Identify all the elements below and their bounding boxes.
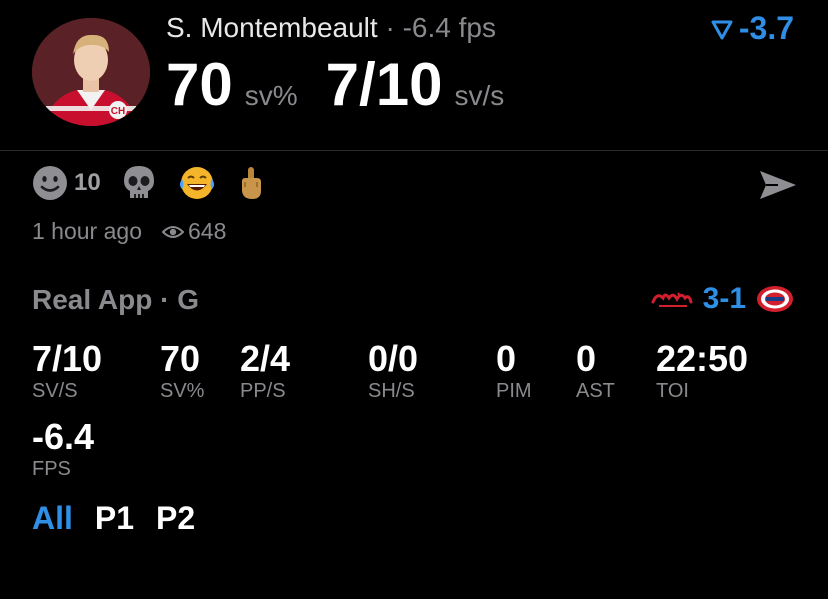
stat-value: -6.4 bbox=[32, 416, 95, 457]
stat-label: SV% bbox=[160, 380, 205, 402]
save-pct-unit: sv% bbox=[244, 80, 298, 111]
reaction-finger[interactable] bbox=[237, 165, 265, 201]
stat-label: FPS bbox=[32, 458, 71, 480]
reaction-laugh[interactable] bbox=[177, 165, 217, 201]
views-value: 648 bbox=[187, 218, 227, 244]
stat-toi: 22:50 TOI bbox=[656, 338, 749, 403]
stat-sv-pct: 70 SV% bbox=[160, 338, 205, 403]
reaction-count: 10 bbox=[74, 169, 101, 196]
stat-value: 0 bbox=[496, 338, 517, 379]
stat-label: PP/S bbox=[240, 380, 286, 402]
stat-label: SV/S bbox=[32, 380, 78, 402]
timestamp: 1 hour ago bbox=[32, 218, 142, 244]
tab-p1[interactable]: P1 bbox=[95, 500, 134, 537]
stat-sv-s: 7/10 SV/S bbox=[32, 338, 103, 403]
stat-label: AST bbox=[576, 380, 615, 402]
smiley-icon bbox=[33, 166, 67, 200]
saves-value: 7/10 bbox=[325, 51, 443, 118]
stat-ast: 0 AST bbox=[576, 338, 615, 403]
stat-sh-s: 0/0 SH/S bbox=[368, 338, 419, 403]
canadiens-logo-icon bbox=[757, 286, 793, 312]
eye-icon bbox=[161, 225, 184, 238]
stat-pp-s: 2/4 PP/S bbox=[240, 338, 291, 403]
stat-label: SH/S bbox=[368, 380, 415, 402]
svg-text:CH: CH bbox=[111, 106, 125, 117]
stat-value: 22:50 bbox=[656, 338, 749, 379]
stat-label: TOI bbox=[656, 380, 689, 402]
score-value: 3-1 bbox=[702, 282, 746, 315]
send-icon bbox=[760, 171, 796, 199]
stat-pim: 0 PIM bbox=[496, 338, 532, 403]
player-photo: CH bbox=[32, 18, 150, 126]
player-name[interactable]: S. Montembeault bbox=[166, 12, 378, 43]
player-fps: -6.4 fps bbox=[402, 12, 496, 43]
share-button[interactable] bbox=[758, 168, 798, 207]
trend-indicator: -3.7 bbox=[711, 10, 794, 47]
middle-finger-icon bbox=[241, 167, 261, 199]
tab-p2[interactable]: P2 bbox=[156, 500, 195, 537]
stat-value: 2/4 bbox=[240, 338, 291, 379]
player-line: S. Montembeault · -6.4 fps bbox=[166, 12, 496, 44]
stat-value: 7/10 bbox=[32, 338, 103, 379]
tab-all[interactable]: All bbox=[32, 500, 73, 537]
player-avatar[interactable]: CH bbox=[32, 18, 150, 126]
game-score[interactable]: 3-1 bbox=[651, 282, 794, 316]
crying-laughing-icon bbox=[179, 167, 214, 199]
capitals-logo-icon bbox=[651, 292, 693, 307]
view-count: 648 bbox=[161, 218, 227, 245]
saves-unit: sv/s bbox=[454, 80, 505, 111]
period-tabs: All P1 P2 bbox=[32, 500, 195, 537]
stat-label: PIM bbox=[496, 380, 532, 402]
divider bbox=[0, 150, 828, 151]
stat-value: 0/0 bbox=[368, 338, 419, 379]
headline-stats: 70 sv% 7/10 sv/s bbox=[166, 50, 504, 119]
separator: · bbox=[377, 12, 403, 43]
post-meta: 1 hour ago 648 bbox=[32, 218, 226, 245]
reaction-skull[interactable] bbox=[121, 164, 157, 202]
game-title[interactable]: Real App · G bbox=[32, 284, 199, 316]
reaction-bar: 10 bbox=[32, 164, 265, 202]
reaction-smiley[interactable]: 10 bbox=[32, 165, 101, 201]
trend-down-icon bbox=[711, 20, 733, 39]
stat-fps: -6.4 FPS bbox=[32, 416, 95, 481]
stat-value: 70 bbox=[160, 338, 201, 379]
skull-icon bbox=[123, 166, 154, 198]
save-pct-value: 70 bbox=[166, 51, 233, 118]
trend-value: -3.7 bbox=[738, 10, 794, 46]
stat-value: 0 bbox=[576, 338, 597, 379]
